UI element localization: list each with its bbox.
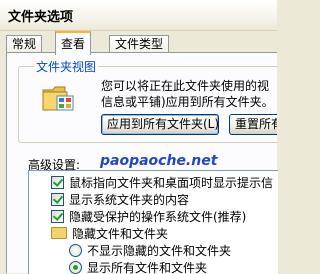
window-title: 文件夹选项 xyxy=(8,10,74,25)
checkbox-checked[interactable] xyxy=(51,210,64,223)
list-item[interactable]: 显示系统文件夹的内容 xyxy=(51,191,189,209)
list-item-label: 隐藏文件和文件夹 xyxy=(72,227,169,241)
list-item-label: 隐藏受保护的操作系统文件(推荐) xyxy=(69,210,247,224)
folder-views-label: 文件夹视图 xyxy=(34,58,99,75)
description-line-2: 信息或平铺)应用到所有文件夹。 xyxy=(101,95,274,109)
folder-views-icon xyxy=(41,82,75,114)
tab-file-types[interactable]: 文件类型 xyxy=(109,35,170,53)
list-item-label: 不显示隐藏的文件和文件夹 xyxy=(87,244,232,258)
folder-views-description: 您可以将正在此文件夹使用的视 信息或平铺)应用到所有文件夹。 xyxy=(101,78,281,110)
radio-unselected[interactable] xyxy=(69,244,82,257)
apply-to-all-folders-button[interactable]: 应用到所有文件夹(L) xyxy=(101,114,219,135)
tab-strip: 常规 查看 文件类型 xyxy=(0,31,277,55)
tab-general[interactable]: 常规 xyxy=(6,35,43,53)
radio-selected[interactable] xyxy=(69,261,82,274)
list-item[interactable]: 不显示隐藏的文件和文件夹 xyxy=(69,242,231,260)
list-item-label: 鼠标指向文件夹和桌面项时显示提示信 xyxy=(69,176,274,190)
checkbox-checked[interactable] xyxy=(51,176,64,189)
description-line-1: 您可以将正在此文件夹使用的视 xyxy=(101,79,270,93)
list-item[interactable]: 鼠标指向文件夹和桌面项时显示提示信 xyxy=(51,174,273,192)
advanced-settings-list[interactable]: 鼠标指向文件夹和桌面项时显示提示信 显示系统文件夹的内容 隐藏受保护的操作系统文… xyxy=(28,170,278,274)
list-item: 隐藏文件和文件夹 xyxy=(51,225,168,243)
tab-view[interactable]: 查看 xyxy=(55,31,92,55)
title-bar[interactable]: 文件夹选项 xyxy=(0,0,277,31)
folder-icon xyxy=(51,227,67,239)
checkbox-checked[interactable] xyxy=(51,193,64,206)
watermark-text: paopaoche.net xyxy=(100,153,218,169)
reset-all-folders-button[interactable]: 重置所有 xyxy=(229,114,277,135)
list-item[interactable]: 隐藏受保护的操作系统文件(推荐) xyxy=(51,208,246,226)
list-item-label: 显示系统文件夹的内容 xyxy=(69,193,190,207)
list-item[interactable]: 显示所有文件和文件夹 xyxy=(69,259,207,274)
list-item-label: 显示所有文件和文件夹 xyxy=(87,261,208,274)
